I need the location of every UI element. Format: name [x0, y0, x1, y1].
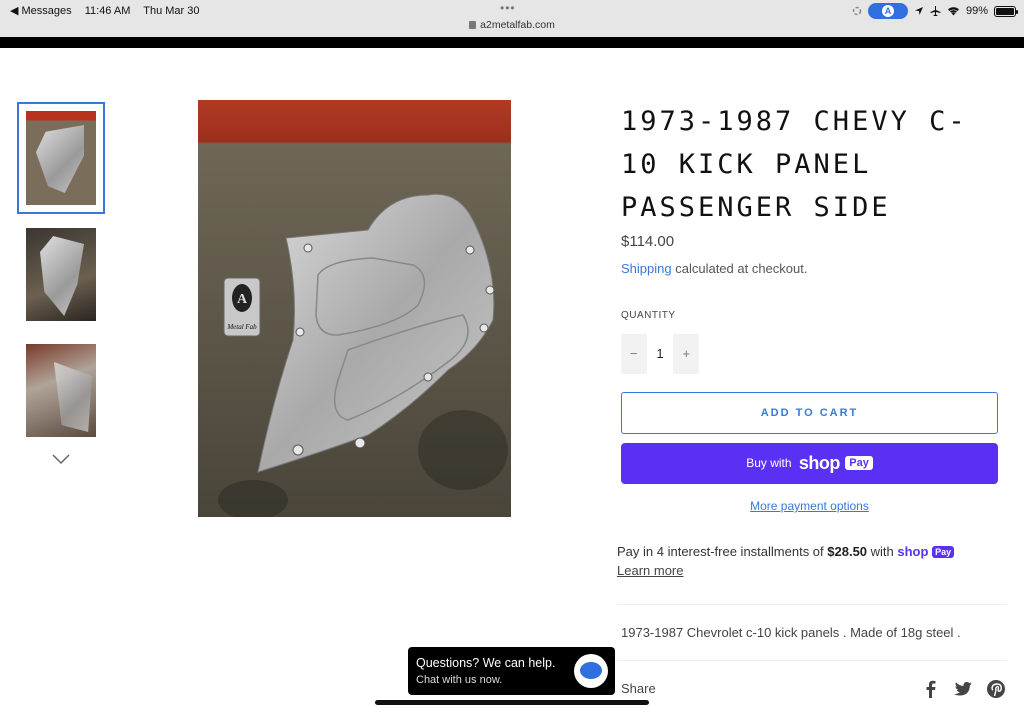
chat-subtitle: Chat with us now. — [416, 674, 503, 686]
facebook-icon[interactable] — [921, 679, 941, 699]
loading-spinner-icon — [852, 6, 862, 16]
product-price: $114.00 — [621, 233, 675, 250]
chat-question: Questions? We can help. — [416, 656, 556, 670]
shipping-note: Shipping calculated at checkout. — [621, 261, 807, 276]
product-main-image[interactable]: A Metal Fab — [198, 100, 511, 517]
svg-text:A: A — [237, 292, 248, 307]
battery-percent: 99% — [965, 5, 988, 17]
quantity-decrease-button[interactable]: − — [621, 334, 646, 374]
installments-amount: $28.50 — [827, 544, 868, 559]
battery-icon — [994, 5, 1018, 17]
thumbnails-next-chevron-icon[interactable] — [52, 450, 70, 468]
product-thumbnail-2[interactable] — [26, 228, 96, 321]
status-left: ◀ Messages 11:46 AM Thu Mar 30 — [10, 4, 210, 17]
status-time: 11:46 AM — [84, 5, 131, 17]
address-bar[interactable]: a2metalfab.com — [0, 19, 1024, 31]
home-indicator[interactable] — [375, 700, 649, 705]
shop-pay-logo-shop: shop — [897, 544, 929, 559]
divider — [617, 604, 1007, 605]
shop-pay-logo-pay: Pay — [932, 546, 955, 558]
multitask-dots-icon[interactable]: ••• — [500, 1, 516, 15]
installments-banner: Pay in 4 interest-free installments of $… — [617, 542, 1007, 580]
status-right: A 99% — [852, 3, 1018, 19]
product-description: 1973-1987 Chevrolet c-10 kick panels . M… — [621, 625, 961, 640]
add-to-cart-button[interactable]: ADD TO CART — [621, 392, 998, 434]
location-arrow-icon — [914, 7, 923, 15]
kick-panel-illustration: A Metal Fab — [223, 193, 495, 473]
buy-with-shop-pay-button[interactable]: Buy with shop Pay — [621, 443, 998, 484]
ios-status-bar: ◀ Messages 11:46 AM Thu Mar 30 ••• a2met… — [0, 0, 1024, 37]
wifi-icon — [947, 7, 959, 16]
divider — [617, 660, 1007, 661]
buy-with-label: Buy with — [746, 456, 792, 470]
image-logo-text: Metal Fab — [226, 323, 257, 331]
status-date: Thu Mar 30 — [143, 5, 200, 17]
product-thumbnail-1[interactable] — [26, 111, 96, 205]
installments-suffix: with — [867, 544, 898, 559]
chat-widget[interactable]: Questions? We can help. Chat with us now… — [408, 647, 615, 695]
back-to-messages[interactable]: ◀ Messages — [10, 5, 72, 17]
twitter-icon[interactable] — [953, 679, 973, 699]
shipping-text: calculated at checkout. — [671, 261, 808, 276]
site-header-bar — [0, 37, 1024, 48]
pinterest-icon[interactable] — [986, 679, 1006, 699]
more-payment-options-link[interactable]: More payment options — [621, 499, 998, 513]
shipping-link[interactable]: Shipping — [621, 261, 672, 276]
assistive-pill-icon: A — [867, 3, 908, 19]
airplane-icon — [930, 6, 941, 16]
quantity-label: QUANTITY — [621, 310, 676, 321]
shop-logo-text: shop — [798, 453, 841, 473]
url-text: a2metalfab.com — [480, 19, 555, 31]
quantity-increase-button[interactable]: + — [674, 334, 699, 374]
lock-icon — [469, 21, 477, 29]
quantity-input[interactable]: 1 — [646, 334, 674, 374]
product-title: 1973-1987 CHEVY C-10 KICK PANEL PASSENGE… — [621, 106, 968, 223]
chat-bubble-icon[interactable] — [574, 654, 608, 688]
share-label: Share — [621, 681, 656, 696]
quantity-stepper: − 1 + — [621, 334, 699, 374]
product-thumbnail-3[interactable] — [26, 344, 96, 437]
shop-pay-logo: shop Pay — [897, 544, 955, 559]
learn-more-link[interactable]: Learn more — [617, 563, 683, 578]
pay-badge: Pay — [845, 456, 873, 470]
installments-prefix: Pay in 4 interest-free installments of — [617, 544, 828, 559]
